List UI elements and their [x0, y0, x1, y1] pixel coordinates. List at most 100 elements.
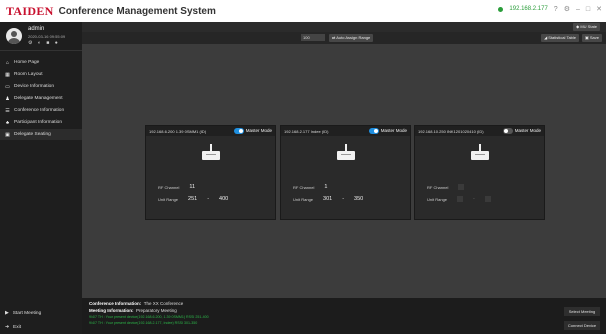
- settings-icon[interactable]: ⚙: [564, 5, 570, 13]
- conference-info: Conference Information: The XX Conferenc…: [89, 301, 184, 306]
- unit-id: 192.168.2.177 Indee (ID): [284, 128, 329, 134]
- avatar[interactable]: [6, 28, 22, 44]
- unit-range-row: Unit Range 251 - 400: [158, 196, 228, 202]
- unit-card-header: 192.168.6.200 1.39 0SMM1 (ID) Master Mod…: [146, 126, 275, 136]
- auto-assign-range-button[interactable]: ⇄ Auto Assign Range: [329, 34, 374, 42]
- save-button[interactable]: ▣ Save: [581, 34, 602, 42]
- unit-range-row: Unit Range -: [427, 196, 491, 202]
- master-mode-label: Master Mode: [380, 128, 407, 133]
- master-mode-label: Master Mode: [514, 128, 541, 133]
- unit-id: 192.168.6.200 1.39 0SMM1 (ID): [149, 128, 207, 134]
- title-bar-right: 192.168.2.177 ? ⚙ – □ ✕: [498, 5, 602, 13]
- sidebar-item-delegate-seating[interactable]: ▣ Delegate Seating: [0, 129, 82, 140]
- sidebar-item-label: Delegate Management: [14, 96, 63, 101]
- user-tool-icons[interactable]: ⚙ ◐ ■ ●: [28, 40, 65, 46]
- exit-icon: ➜: [5, 324, 10, 330]
- sidebar-item-label: Device Information: [14, 84, 54, 89]
- rf-channel-row: RF Channel 11: [158, 184, 195, 190]
- unit-workspace: 192.168.6.200 1.39 0SMM1 (ID) Master Mod…: [82, 44, 606, 298]
- unit-range-label: Unit Range: [427, 196, 448, 202]
- list-icon: ☰: [5, 107, 10, 114]
- log-line: 9/4/7 TH : Your present device(192.168.2…: [89, 321, 198, 325]
- unit-range-label: Unit Range: [158, 196, 179, 202]
- unit-range-from[interactable]: [457, 196, 464, 202]
- unit-range-separator: -: [207, 196, 210, 202]
- status-bar: Conference Information: The XX Conferenc…: [82, 298, 606, 334]
- sidebar-item-label: Conference Information: [14, 108, 65, 113]
- sidebar-item-participant-information[interactable]: ♣ Participant Information: [0, 117, 82, 128]
- unit-card-header: 192.168.2.177 Indee (ID) Master Mode: [281, 126, 410, 136]
- sidebar-item-device-information[interactable]: ▭ Device Information: [0, 81, 82, 92]
- sidebar-bottom: ▶ Start Meeting ➜ Exit: [0, 306, 82, 334]
- master-mode-toggle[interactable]: [369, 128, 379, 134]
- unit-id: 192.168.10.250 INK1201020410 (ID): [418, 128, 484, 134]
- rf-channel-value[interactable]: 11: [189, 184, 195, 190]
- sidebar-item-delegate-management[interactable]: ♟ Delegate Management: [0, 93, 82, 104]
- meeting-name: Preparatory Meeting: [136, 308, 177, 313]
- statistical-table-button[interactable]: ◢ Statistical Table: [541, 34, 579, 42]
- select-meeting-button[interactable]: Select Meeting: [564, 307, 600, 316]
- close-icon[interactable]: ✕: [596, 5, 602, 13]
- sidebar-nav: ⌂ Home Page ▦ Room Layout ▭ Device Informat…: [0, 57, 82, 140]
- log-line: 9/4/7 TH : Your present device(192.168.6…: [89, 315, 209, 319]
- sidebar-item-label: Participant Information: [14, 120, 62, 125]
- unit-range-separator: -: [342, 196, 345, 202]
- title-bar: TAIDEN Conference Management System 192.…: [0, 0, 606, 22]
- rf-channel-label: RF Channel: [427, 184, 449, 190]
- rf-channel-label: RF Channel: [158, 184, 180, 190]
- sidebar-item-room-layout[interactable]: ▦ Room Layout: [0, 69, 82, 80]
- user-panel: admin 2020-03-16 09:55:09 ⚙ ◐ ■ ●: [0, 22, 82, 51]
- unit-range-to[interactable]: 350: [354, 196, 363, 202]
- meeting-info: Meeting Information: Preparatory Meeting: [89, 308, 177, 313]
- unit-card-header: 192.168.10.250 INK1201020410 (ID) Master…: [415, 126, 544, 136]
- app-title: Conference Management System: [58, 5, 216, 17]
- rf-channel-row: RF Channel: [427, 184, 465, 190]
- rf-channel-value[interactable]: [458, 184, 465, 190]
- channel-input[interactable]: 100: [301, 34, 325, 41]
- sidebar: admin 2020-03-16 09:55:09 ⚙ ◐ ■ ● ⌂ Home P…: [0, 22, 82, 334]
- sidebar-item-label: Home Page: [14, 60, 40, 65]
- unit-range-row: Unit Range 301 - 350: [293, 196, 363, 202]
- layout-icon: ▦: [5, 71, 10, 78]
- unit-range-separator: -: [473, 196, 475, 202]
- exit-button[interactable]: ➜ Exit: [0, 320, 82, 334]
- device-icon: ▭: [5, 83, 10, 90]
- rf-channel-value[interactable]: 1: [324, 184, 327, 190]
- user-info: admin 2020-03-16 09:55:09 ⚙ ◐ ■ ●: [28, 26, 65, 46]
- top-strip: ◆ MU State: [82, 22, 606, 32]
- master-mode-label: Master Mode: [245, 128, 272, 133]
- connection-status-icon: [498, 6, 504, 12]
- rf-channel-label: RF Channel: [293, 184, 315, 190]
- help-icon[interactable]: ?: [554, 6, 558, 13]
- unit-range-from[interactable]: 251: [188, 196, 197, 202]
- unit-range-to[interactable]: [484, 196, 491, 202]
- conference-name: The XX Conference: [143, 301, 184, 306]
- seat-icon: ▣: [5, 131, 10, 138]
- sidebar-item-label: Delegate Seating: [14, 132, 51, 137]
- login-date: 2020-03-16 09:55:09: [28, 34, 66, 39]
- wireless-unit-icon: [469, 144, 491, 160]
- unit-card[interactable]: 192.168.2.177 Indee (ID) Master Mode RF …: [280, 125, 411, 220]
- unit-card[interactable]: 192.168.10.250 INK1201020410 (ID) Master…: [414, 125, 545, 220]
- start-meeting-button[interactable]: ▶ Start Meeting: [0, 306, 82, 320]
- master-mode-toggle[interactable]: [503, 128, 513, 134]
- unit-range-from[interactable]: 301: [323, 196, 332, 202]
- connect-device-button[interactable]: Connect Device: [564, 321, 600, 330]
- maximize-icon[interactable]: □: [586, 6, 590, 13]
- home-icon: ⌂: [5, 59, 10, 66]
- group-icon: ♣: [5, 119, 10, 126]
- wireless-unit-icon: [200, 144, 222, 160]
- rf-channel-row: RF Channel 1: [293, 184, 327, 190]
- person-icon: ♟: [5, 95, 10, 102]
- unit-range-to[interactable]: 400: [219, 196, 228, 202]
- unit-card[interactable]: 192.168.6.200 1.39 0SMM1 (ID) Master Mod…: [145, 125, 276, 220]
- wireless-unit-icon: [335, 144, 357, 160]
- sidebar-item-conference-information[interactable]: ☰ Conference Information: [0, 105, 82, 116]
- sidebar-item-home-page[interactable]: ⌂ Home Page: [0, 57, 82, 68]
- unit-range-label: Unit Range: [293, 196, 314, 202]
- play-icon: ▶: [5, 310, 9, 316]
- master-mode-toggle[interactable]: [234, 128, 244, 134]
- server-ip: 192.168.2.177: [509, 6, 548, 12]
- minimize-icon[interactable]: –: [576, 6, 580, 13]
- mu-state-button[interactable]: ◆ MU State: [573, 23, 600, 31]
